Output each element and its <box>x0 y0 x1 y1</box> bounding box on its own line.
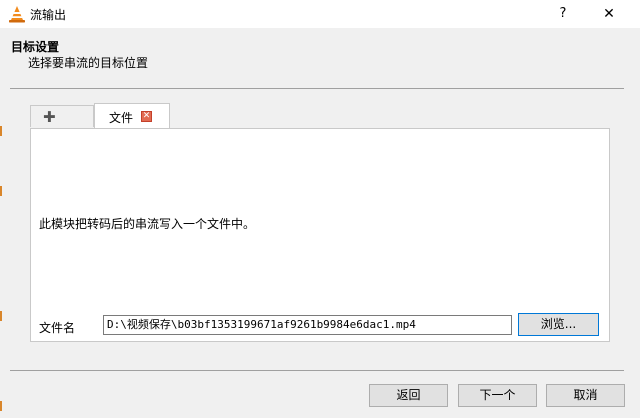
close-button[interactable]: ✕ <box>586 0 632 28</box>
page-subtitle: 选择要串流的目标位置 <box>28 56 149 70</box>
wizard-header: 目标设置 选择要串流的目标位置 <box>0 28 640 88</box>
filename-input[interactable]: D:\视频保存\b03bf1353199671af9261b9984e6dac1… <box>103 315 512 335</box>
title-bar: 流输出 ? ✕ <box>0 0 640 28</box>
plus-icon: ✚ <box>43 108 56 126</box>
help-button[interactable]: ? <box>540 0 586 28</box>
file-destination-panel: 此模块把转码后的串流写入一个文件中。 文件名 D:\视频保存\b03bf1353… <box>30 128 610 342</box>
tab-file[interactable]: 文件 ✕ <box>94 103 170 129</box>
add-destination-tab[interactable]: ✚ <box>30 105 94 127</box>
browse-button[interactable]: 浏览... <box>518 313 599 336</box>
back-button[interactable]: 返回 <box>369 384 448 407</box>
edge-mark <box>0 311 2 321</box>
tab-close-icon[interactable]: ✕ <box>141 111 152 122</box>
edge-mark <box>0 401 2 411</box>
next-button[interactable]: 下一个 <box>458 384 537 407</box>
page-title: 目标设置 <box>11 40 60 54</box>
footer-divider <box>10 370 624 371</box>
filename-label: 文件名 <box>39 321 76 335</box>
window-title: 流输出 <box>30 8 67 22</box>
vlc-cone-icon <box>9 6 25 23</box>
edge-mark <box>0 126 2 136</box>
header-divider <box>10 88 624 89</box>
tab-label: 文件 <box>109 111 134 125</box>
cancel-button[interactable]: 取消 <box>546 384 625 407</box>
module-description: 此模块把转码后的串流写入一个文件中。 <box>39 217 256 231</box>
edge-mark <box>0 186 2 196</box>
